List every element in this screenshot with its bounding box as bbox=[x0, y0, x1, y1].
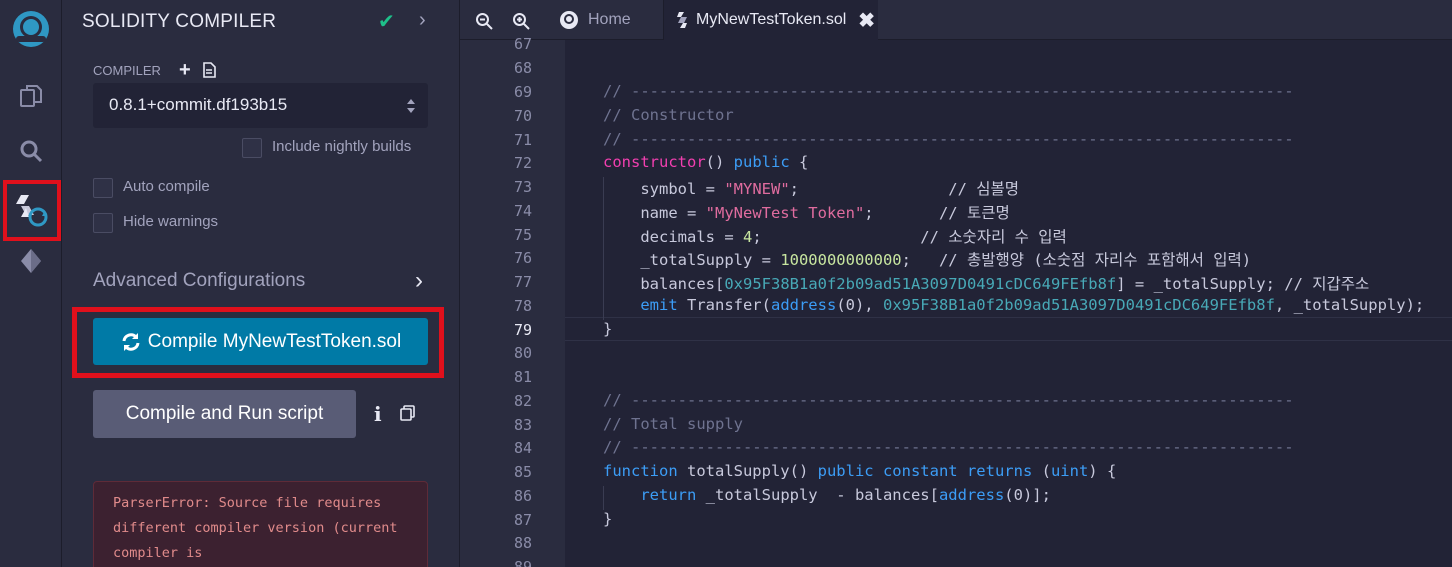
file-explorer-icon[interactable] bbox=[0, 78, 62, 114]
line-number: 77 bbox=[513, 273, 532, 291]
compiler-version-select[interactable]: 0.8.1+commit.df193b15 bbox=[93, 83, 428, 128]
copy-icon[interactable] bbox=[400, 405, 415, 421]
editor-tabs: Home MyNewTestToken.sol ✖ bbox=[460, 0, 1452, 40]
zoom-in-icon[interactable] bbox=[512, 12, 530, 30]
compile-button-label: Compile MyNewTestToken.sol bbox=[147, 330, 402, 352]
compile-and-run-label: Compile and Run script bbox=[125, 403, 324, 424]
tab-mynewtesttoken[interactable]: MyNewTestToken.sol ✖ bbox=[663, 0, 878, 40]
deploy-run-icon[interactable] bbox=[0, 244, 62, 278]
code-line-69: // -------------------------------------… bbox=[603, 82, 1294, 100]
advanced-configurations-toggle[interactable]: Advanced Configurations bbox=[93, 270, 305, 292]
solidity-file-icon bbox=[677, 12, 687, 28]
line-number: 84 bbox=[513, 439, 532, 457]
solidity-icon-highlight bbox=[3, 180, 61, 241]
chevron-right-icon[interactable]: › bbox=[415, 267, 423, 295]
line-number: 88 bbox=[513, 534, 532, 552]
icon-panel bbox=[0, 0, 62, 567]
auto-compile-checkbox[interactable] bbox=[93, 178, 113, 198]
line-number: 89 bbox=[513, 558, 532, 567]
remix-logo-icon bbox=[560, 11, 578, 29]
add-compiler-icon[interactable]: + bbox=[179, 59, 191, 82]
line-number: 75 bbox=[513, 226, 532, 244]
check-icon: ✔ bbox=[378, 11, 395, 33]
panel-title: SOLIDITY COMPILER bbox=[82, 11, 277, 32]
compiler-version-value: 0.8.1+commit.df193b15 bbox=[109, 95, 288, 114]
code-line-85: function totalSupply() public constant r… bbox=[603, 462, 1117, 480]
code-line-87: } bbox=[603, 510, 613, 528]
line-number-current: 79 bbox=[513, 321, 532, 339]
search-icon[interactable] bbox=[0, 133, 62, 169]
nightly-builds-label: Include nightly builds bbox=[272, 138, 412, 155]
info-icon[interactable]: i bbox=[374, 402, 382, 426]
line-number: 78 bbox=[513, 297, 532, 315]
refresh-icon bbox=[122, 332, 140, 351]
line-number: 86 bbox=[513, 487, 532, 505]
line-number: 80 bbox=[513, 344, 532, 362]
compile-button[interactable]: Compile MyNewTestToken.sol bbox=[93, 318, 428, 365]
code-line-79: } bbox=[603, 320, 613, 338]
line-number-gutter: 67 68 69 70 71 72 73 74 75 76 77 78 79 8… bbox=[460, 35, 565, 567]
line-number: 72 bbox=[513, 154, 532, 172]
line-number: 82 bbox=[513, 392, 532, 410]
code-line-83: // Total supply bbox=[603, 415, 743, 433]
hide-warnings-label: Hide warnings bbox=[123, 213, 219, 230]
code-line-86: return _totalSupply - balances[address(0… bbox=[603, 486, 1051, 504]
compile-and-run-button[interactable]: Compile and Run script bbox=[93, 390, 356, 438]
line-number: 87 bbox=[513, 511, 532, 529]
solidity-compiler-panel: SOLIDITY COMPILER ✔ › COMPILER + 0.8.1+c… bbox=[62, 0, 460, 567]
remix-logo-icon[interactable] bbox=[0, 6, 62, 52]
zoom-out-icon[interactable] bbox=[475, 12, 493, 30]
remix-ide: SOLIDITY COMPILER ✔ › COMPILER + 0.8.1+c… bbox=[0, 0, 1452, 567]
compiler-label: COMPILER bbox=[93, 63, 161, 78]
compiler-error-message: ParserError: Source file requires differ… bbox=[93, 481, 428, 567]
line-number: 83 bbox=[513, 416, 532, 434]
code-line-71: // -------------------------------------… bbox=[603, 130, 1294, 148]
hide-warnings-checkbox[interactable] bbox=[93, 213, 113, 233]
tab-home[interactable]: Home bbox=[550, 0, 663, 40]
line-number: 74 bbox=[513, 202, 532, 220]
nightly-builds-checkbox[interactable] bbox=[242, 138, 262, 158]
line-number: 70 bbox=[513, 107, 532, 125]
code-line-78: emit Transfer(address(0), 0x95F38B1a0f2b… bbox=[603, 296, 1425, 314]
line-number: 67 bbox=[513, 35, 532, 53]
code-line-70: // Constructor bbox=[603, 106, 734, 124]
code-line-84: // -------------------------------------… bbox=[603, 438, 1294, 456]
code-editor[interactable]: // -------------------------------------… bbox=[565, 40, 1452, 567]
document-icon[interactable] bbox=[202, 62, 216, 78]
current-line-highlight bbox=[565, 317, 1452, 341]
tab-home-label: Home bbox=[588, 11, 631, 28]
code-line-82: // -------------------------------------… bbox=[603, 391, 1294, 409]
line-number: 69 bbox=[513, 83, 532, 101]
code-line-75: decimals = 4; // 소숫자리 수 입력 bbox=[603, 228, 1067, 246]
select-arrows-icon bbox=[407, 99, 415, 113]
close-tab-icon[interactable]: ✖ bbox=[858, 8, 875, 33]
tab-file-label: MyNewTestToken.sol bbox=[696, 11, 847, 28]
line-number: 71 bbox=[513, 131, 532, 149]
line-number: 81 bbox=[513, 368, 532, 386]
code-line-77: balances[0x95F38B1a0f2b09ad51A3097D0491c… bbox=[603, 275, 1370, 293]
code-line-73: symbol = "MYNEW"; // 심볼명 bbox=[603, 180, 1020, 198]
code-line-72: constructor() public { bbox=[603, 153, 809, 171]
editor-area: Home MyNewTestToken.sol ✖ 67 68 69 70 71… bbox=[460, 0, 1452, 567]
code-line-76: _totalSupply = 1000000000000; // 총발행양 (소… bbox=[603, 251, 1252, 269]
line-number: 68 bbox=[513, 59, 532, 77]
line-number: 73 bbox=[513, 178, 532, 196]
line-number: 76 bbox=[513, 249, 532, 267]
auto-compile-label: Auto compile bbox=[123, 178, 210, 195]
chevron-right-icon[interactable]: › bbox=[419, 9, 426, 32]
line-number: 85 bbox=[513, 463, 532, 481]
code-line-74: name = "MyNewTest Token"; // 토큰명 bbox=[603, 204, 1010, 222]
